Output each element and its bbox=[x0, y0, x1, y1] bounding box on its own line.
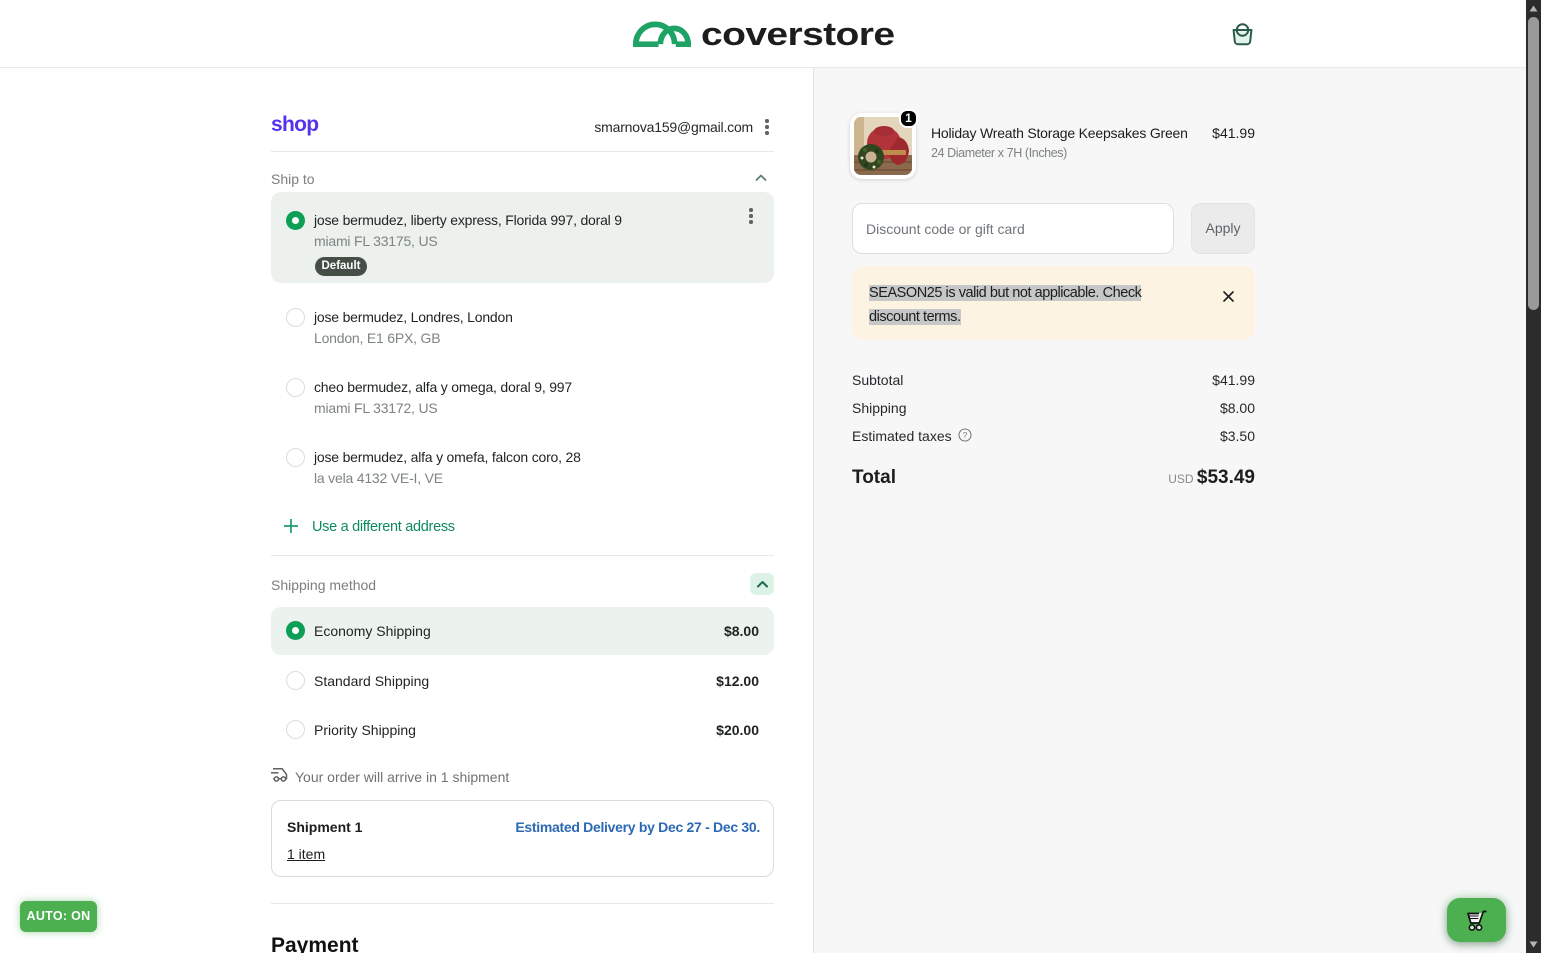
svg-text:?: ? bbox=[963, 430, 968, 440]
